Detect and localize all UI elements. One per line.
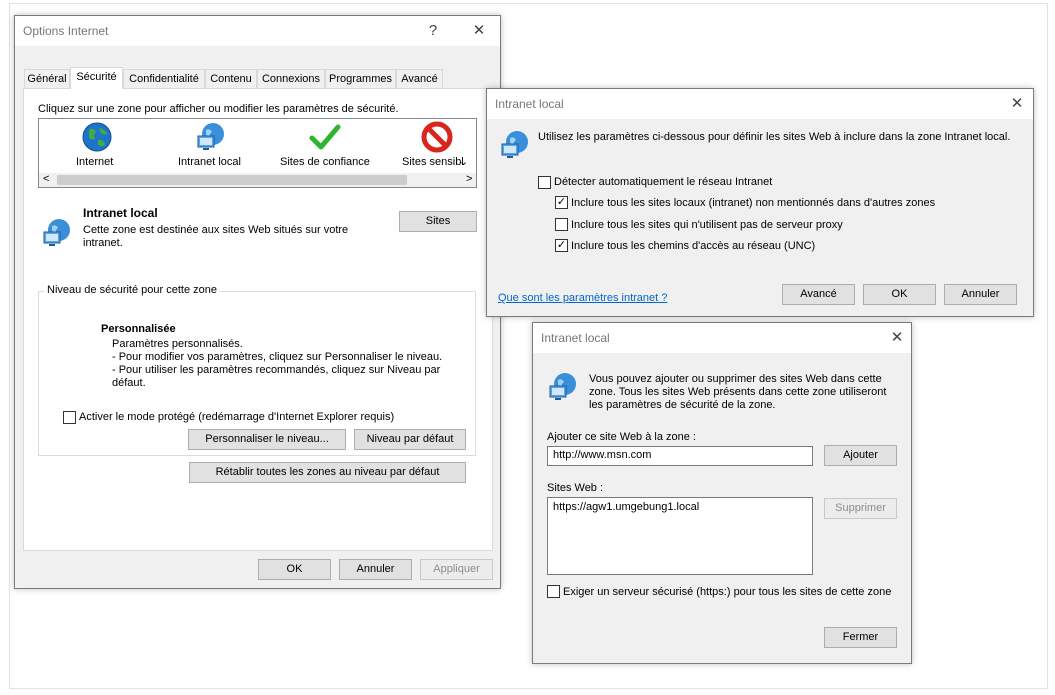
cancel-button[interactable]: Annuler xyxy=(339,559,412,580)
scroll-thumb[interactable] xyxy=(57,175,407,185)
auto-detect-label: Détecter automatiquement le réseau Intra… xyxy=(554,176,773,188)
tab-securite[interactable]: Sécurité xyxy=(70,67,123,89)
include-unc-checkbox[interactable]: ✓ xyxy=(555,239,568,252)
level-line-2: - Pour modifier vos paramètres, cliquez … xyxy=(112,351,443,363)
ok-button[interactable]: OK xyxy=(258,559,331,580)
include-local-sites-label: Inclure tous les sites locaux (intranet)… xyxy=(571,197,936,209)
tab-label: Sécurité xyxy=(76,71,117,83)
zone-label: Sites sensibl xyxy=(402,156,464,168)
sites-list[interactable]: https://agw1.umgebung1.local xyxy=(547,497,813,575)
tab-label: Avancé xyxy=(401,73,438,85)
help-button[interactable]: ? xyxy=(421,20,445,42)
zone-trusted-sites[interactable]: Sites de confiance xyxy=(277,119,373,173)
intranet-sites-dialog: Intranet local ✕ Vous pouvez ajouter ou … xyxy=(532,322,912,664)
cancel-button[interactable]: Annuler xyxy=(944,284,1017,305)
internet-options-titlebar: Options Internet ? ✕ xyxy=(15,16,500,46)
protected-mode-checkbox[interactable] xyxy=(63,411,76,424)
selected-zone-description: Cette zone est destinée aux sites Web si… xyxy=(83,224,349,249)
include-no-proxy-label: Inclure tous les sites qui n'utilisent p… xyxy=(571,219,843,231)
tab-label: Contenu xyxy=(210,73,252,85)
internet-options-dialog: Options Internet ? ✕ Général Sécurité Co… xyxy=(14,15,501,589)
intranet-globe-icon xyxy=(549,373,576,400)
level-line-1: Paramètres personnalisés. xyxy=(112,338,243,350)
advanced-button[interactable]: Avancé xyxy=(782,284,855,305)
tab-connexions[interactable]: Connexions xyxy=(257,69,325,88)
security-level-group-label: Niveau de sécurité pour cette zone xyxy=(44,284,220,296)
scroll-left-icon[interactable]: < xyxy=(43,173,49,185)
default-level-button[interactable]: Niveau par défaut xyxy=(354,429,466,450)
tab-avance[interactable]: Avancé xyxy=(396,69,443,88)
sites-titlebar: Intranet local ✕ xyxy=(533,323,911,353)
close-button[interactable]: ✕ xyxy=(467,20,491,42)
require-https-checkbox[interactable] xyxy=(547,585,560,598)
zone-intranet-local[interactable]: Intranet local xyxy=(173,119,251,173)
tab-label: Programmes xyxy=(329,73,392,85)
remove-site-button[interactable]: Supprimer xyxy=(824,498,897,519)
zone-internet[interactable]: Internet xyxy=(64,119,132,173)
tab-label: Confidentialité xyxy=(129,73,199,85)
add-site-input[interactable]: http://www.msn.com xyxy=(547,446,813,466)
zone-instruction: Cliquez sur une zone pour afficher ou mo… xyxy=(38,103,399,115)
zone-label: Internet xyxy=(76,156,114,168)
zone-label: Intranet local xyxy=(178,156,241,168)
protected-mode-label: Activer le mode protégé (redémarrage d'I… xyxy=(79,411,395,423)
restricted-icon xyxy=(421,121,453,153)
include-unc-label: Inclure tous les chemins d'accès au rése… xyxy=(571,240,816,252)
include-local-sites-checkbox[interactable]: ✓ xyxy=(555,196,568,209)
tab-programmes[interactable]: Programmes xyxy=(325,69,396,88)
zones-scrollbar[interactable]: < > xyxy=(39,173,476,187)
chevron-down-icon: ⌄ xyxy=(459,156,469,168)
sites-list-label: Sites Web : xyxy=(547,482,604,494)
close-button[interactable]: ✕ xyxy=(885,327,909,349)
tab-general[interactable]: Général xyxy=(24,69,70,88)
apply-button[interactable]: Appliquer xyxy=(420,559,493,580)
intranet-help-link[interactable]: Que sont les paramètres intranet ? xyxy=(498,292,667,304)
reset-all-zones-button[interactable]: Rétablir toutes les zones au niveau par … xyxy=(189,462,466,483)
zone-label: Sites de confiance xyxy=(280,156,370,168)
selected-zone-title: Intranet local xyxy=(83,206,158,220)
tab-contenu[interactable]: Contenu xyxy=(205,69,257,88)
intranet-globe-icon xyxy=(197,123,224,150)
globe-icon xyxy=(82,122,112,152)
window-title: Options Internet xyxy=(23,24,109,38)
intranet-globe-icon xyxy=(501,131,528,158)
ok-button[interactable]: OK xyxy=(863,284,936,305)
window-title: Intranet local xyxy=(495,97,564,111)
sites-button[interactable]: Sites xyxy=(399,211,477,232)
window-title: Intranet local xyxy=(541,331,610,345)
level-title: Personnalisée xyxy=(101,323,176,335)
include-no-proxy-checkbox[interactable] xyxy=(555,218,568,231)
zones-list: Internet Intranet local Sites de confian xyxy=(38,118,477,188)
sites-intro: Vous pouvez ajouter ou supprimer des sit… xyxy=(589,373,887,411)
scroll-right-icon[interactable]: > xyxy=(466,173,472,185)
tab-confidentialite[interactable]: Confidentialité xyxy=(123,69,205,88)
auto-detect-checkbox[interactable] xyxy=(538,176,551,189)
intranet-local-dialog: Intranet local ✕ Utilisez les paramètres… xyxy=(486,88,1034,317)
tab-label: Connexions xyxy=(261,73,321,85)
close-button[interactable]: ✕ xyxy=(1005,93,1029,115)
require-https-label: Exiger un serveur sécurisé (https:) pour… xyxy=(563,586,892,598)
intranet-intro: Utilisez les paramètres ci-dessous pour … xyxy=(538,131,1011,143)
intranet-globe-icon xyxy=(43,219,70,246)
intranet-titlebar: Intranet local ✕ xyxy=(487,89,1033,119)
security-tab-panel: Cliquez sur une zone pour afficher ou mo… xyxy=(23,88,493,551)
add-site-label: Ajouter ce site Web à la zone : xyxy=(547,431,696,443)
list-item[interactable]: https://agw1.umgebung1.local xyxy=(553,501,807,513)
tab-label: Général xyxy=(27,73,67,85)
add-site-button[interactable]: Ajouter xyxy=(824,445,897,466)
checkmark-icon xyxy=(309,124,341,150)
customize-level-button[interactable]: Personnaliser le niveau... xyxy=(188,429,346,450)
close-dialog-button[interactable]: Fermer xyxy=(824,627,897,648)
level-line-3: - Pour utiliser les paramètres recommand… xyxy=(112,364,441,389)
zone-restricted-sites[interactable]: Sites sensibl ⌄ xyxy=(401,119,476,173)
